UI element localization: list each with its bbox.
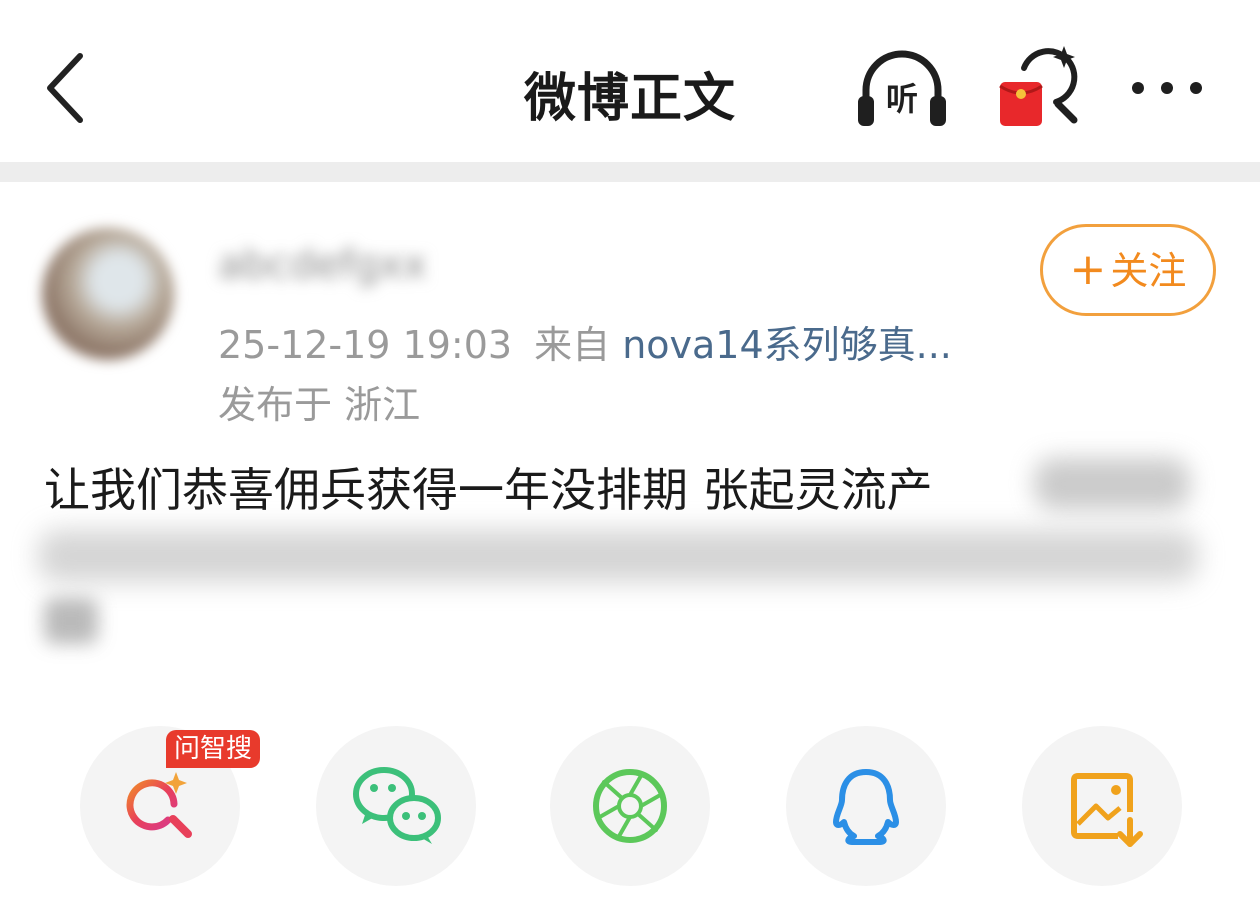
share-moments-button[interactable] [550, 726, 710, 886]
moments-icon [593, 769, 667, 843]
ellipsis-icon [1132, 82, 1202, 94]
ai-search-badge: 问智搜 [166, 730, 261, 768]
source-prefix: 来自 [534, 323, 611, 367]
top-navigation-bar: 微博正文 听 [0, 0, 1260, 162]
avatar[interactable] [42, 228, 174, 360]
red-packet-search-icon [999, 46, 1078, 126]
red-packet-search-button[interactable] [994, 40, 1086, 132]
share-save-image-button[interactable] [1022, 726, 1182, 886]
post-timestamp: 25-12-19 19:03 [218, 323, 513, 367]
blurred-text [38, 530, 1198, 582]
blurred-text [44, 598, 98, 644]
more-options-button[interactable] [1124, 66, 1210, 110]
username[interactable]: abcdefgxx [218, 240, 456, 290]
post-location: 发布于 浙江 [218, 383, 421, 427]
listen-label: 听 [886, 80, 918, 118]
share-wechat-button[interactable] [316, 726, 476, 886]
listen-button[interactable]: 听 [850, 46, 954, 130]
save-image-icon [1071, 773, 1143, 847]
post-text: 让我们恭喜佣兵获得一年没排期 张起灵流产 [44, 463, 933, 517]
back-button[interactable] [32, 46, 112, 130]
qq-icon [833, 769, 899, 845]
post-meta: 25-12-19 19:03 来自 nova14系列够真... [218, 314, 952, 369]
headphones-icon: 听 [858, 50, 946, 126]
plus-icon: + [1069, 244, 1107, 295]
chevron-left-icon [47, 53, 83, 123]
follow-label: 关注 [1110, 249, 1187, 293]
follow-button[interactable]: + 关注 [1040, 224, 1216, 316]
share-qq-button[interactable] [786, 726, 946, 886]
wechat-icon [353, 767, 441, 844]
blurred-text [1034, 458, 1190, 510]
source-app-link[interactable]: nova14系列够真... [622, 323, 952, 367]
section-divider [0, 162, 1260, 182]
